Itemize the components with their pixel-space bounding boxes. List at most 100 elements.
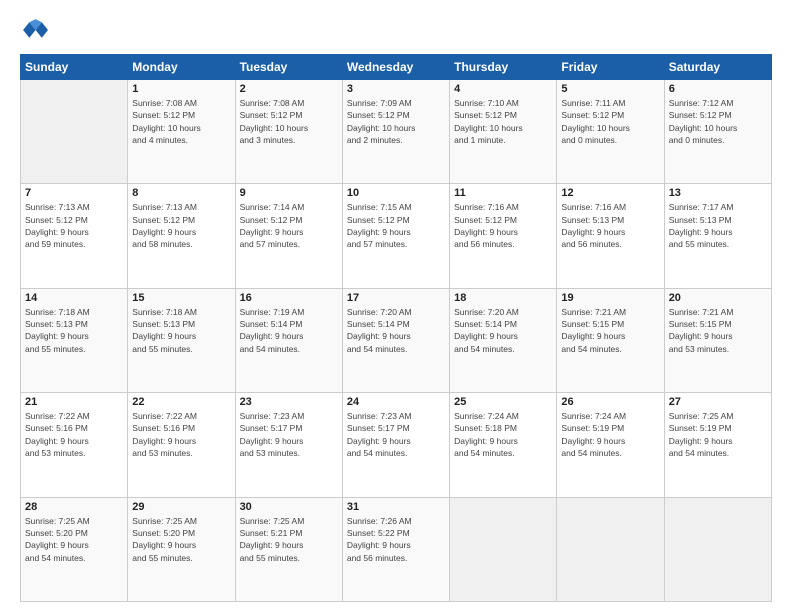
calendar-cell: 29 Sunrise: 7:25 AMSunset: 5:20 PMDayligh… <box>128 497 235 601</box>
day-info: Sunrise: 7:18 AMSunset: 5:13 PMDaylight:… <box>25 306 123 355</box>
day-number: 2 <box>240 83 338 95</box>
calendar-cell: 8Sunrise: 7:13 AMSunset: 5:12 PMDaylight… <box>128 184 235 288</box>
calendar-cell: 23 Sunrise: 7:23 AMSunset: 5:17 PMDayligh… <box>235 393 342 497</box>
week-row-1: 1 Sunrise: 7:08 AMSunset: 5:12 PMDaylight… <box>21 80 772 184</box>
day-info: Sunrise: 7:20 AMSunset: 5:14 PMDaylight:… <box>454 306 552 355</box>
day-number: 18 <box>454 292 552 304</box>
day-info: Sunrise: 7:24 AMSunset: 5:19 PMDaylight:… <box>561 410 659 459</box>
col-header-wednesday: Wednesday <box>342 55 449 80</box>
calendar-table: SundayMondayTuesdayWednesdayThursdayFrid… <box>20 54 772 602</box>
day-number: 4 <box>454 83 552 95</box>
calendar-cell: 15 Sunrise: 7:18 AMSunset: 5:13 PMDayligh… <box>128 288 235 392</box>
day-info: Sunrise: 7:11 AMSunset: 5:12 PMDaylight:… <box>561 97 659 146</box>
day-number: 19 <box>561 292 659 304</box>
col-header-thursday: Thursday <box>450 55 557 80</box>
logo-icon <box>20 16 48 44</box>
day-info: Sunrise: 7:19 AMSunset: 5:14 PMDaylight:… <box>240 306 338 355</box>
calendar-cell: 14 Sunrise: 7:18 AMSunset: 5:13 PMDayligh… <box>21 288 128 392</box>
day-number: 22 <box>132 396 230 408</box>
col-header-friday: Friday <box>557 55 664 80</box>
logo <box>20 16 52 44</box>
day-number: 11 <box>454 187 552 199</box>
calendar-cell: 22 Sunrise: 7:22 AMSunset: 5:16 PMDayligh… <box>128 393 235 497</box>
day-info: Sunrise: 7:25 AMSunset: 5:19 PMDaylight:… <box>669 410 767 459</box>
week-row-4: 21 Sunrise: 7:22 AMSunset: 5:16 PMDayligh… <box>21 393 772 497</box>
calendar-cell <box>664 497 771 601</box>
day-number: 24 <box>347 396 445 408</box>
day-number: 31 <box>347 501 445 513</box>
day-number: 1 <box>132 83 230 95</box>
calendar-cell: 2 Sunrise: 7:08 AMSunset: 5:12 PMDaylight… <box>235 80 342 184</box>
day-info: Sunrise: 7:16 AMSunset: 5:13 PMDaylight:… <box>561 201 659 250</box>
calendar-cell: 3Sunrise: 7:09 AMSunset: 5:12 PMDaylight… <box>342 80 449 184</box>
day-info: Sunrise: 7:21 AMSunset: 5:15 PMDaylight:… <box>561 306 659 355</box>
day-number: 9 <box>240 187 338 199</box>
day-info: Sunrise: 7:14 AMSunset: 5:12 PMDaylight:… <box>240 201 338 250</box>
calendar-cell: 17 Sunrise: 7:20 AMSunset: 5:14 PMDayligh… <box>342 288 449 392</box>
calendar-cell: 4 Sunrise: 7:10 AMSunset: 5:12 PMDaylight… <box>450 80 557 184</box>
calendar-cell: 24 Sunrise: 7:23 AMSunset: 5:17 PMDayligh… <box>342 393 449 497</box>
calendar-cell: 12Sunrise: 7:16 AMSunset: 5:13 PMDayligh… <box>557 184 664 288</box>
calendar-cell: 6Sunrise: 7:12 AMSunset: 5:12 PMDaylight… <box>664 80 771 184</box>
calendar-cell <box>21 80 128 184</box>
day-number: 23 <box>240 396 338 408</box>
day-number: 3 <box>347 83 445 95</box>
week-row-2: 7Sunrise: 7:13 AMSunset: 5:12 PMDaylight… <box>21 184 772 288</box>
day-info: Sunrise: 7:25 AMSunset: 5:20 PMDaylight:… <box>25 515 123 564</box>
header <box>20 16 772 44</box>
calendar-header-row: SundayMondayTuesdayWednesdayThursdayFrid… <box>21 55 772 80</box>
day-info: Sunrise: 7:17 AMSunset: 5:13 PMDaylight:… <box>669 201 767 250</box>
day-number: 10 <box>347 187 445 199</box>
day-info: Sunrise: 7:26 AMSunset: 5:22 PMDaylight:… <box>347 515 445 564</box>
day-info: Sunrise: 7:25 AMSunset: 5:20 PMDaylight:… <box>132 515 230 564</box>
calendar-cell: 13 Sunrise: 7:17 AMSunset: 5:13 PMDayligh… <box>664 184 771 288</box>
col-header-saturday: Saturday <box>664 55 771 80</box>
day-number: 14 <box>25 292 123 304</box>
day-number: 7 <box>25 187 123 199</box>
calendar-cell: 21 Sunrise: 7:22 AMSunset: 5:16 PMDayligh… <box>21 393 128 497</box>
col-header-sunday: Sunday <box>21 55 128 80</box>
day-info: Sunrise: 7:20 AMSunset: 5:14 PMDaylight:… <box>347 306 445 355</box>
day-number: 21 <box>25 396 123 408</box>
calendar-cell <box>557 497 664 601</box>
calendar-cell <box>450 497 557 601</box>
calendar-cell: 5Sunrise: 7:11 AMSunset: 5:12 PMDaylight… <box>557 80 664 184</box>
calendar-cell: 11Sunrise: 7:16 AMSunset: 5:12 PMDayligh… <box>450 184 557 288</box>
week-row-5: 28 Sunrise: 7:25 AMSunset: 5:20 PMDayligh… <box>21 497 772 601</box>
day-number: 13 <box>669 187 767 199</box>
calendar-cell: 18 Sunrise: 7:20 AMSunset: 5:14 PMDayligh… <box>450 288 557 392</box>
day-number: 15 <box>132 292 230 304</box>
calendar-cell: 19 Sunrise: 7:21 AMSunset: 5:15 PMDayligh… <box>557 288 664 392</box>
calendar-cell: 16 Sunrise: 7:19 AMSunset: 5:14 PMDayligh… <box>235 288 342 392</box>
day-number: 16 <box>240 292 338 304</box>
col-header-tuesday: Tuesday <box>235 55 342 80</box>
calendar-cell: 26 Sunrise: 7:24 AMSunset: 5:19 PMDayligh… <box>557 393 664 497</box>
day-info: Sunrise: 7:10 AMSunset: 5:12 PMDaylight:… <box>454 97 552 146</box>
day-info: Sunrise: 7:08 AMSunset: 5:12 PMDaylight:… <box>240 97 338 146</box>
day-info: Sunrise: 7:25 AMSunset: 5:21 PMDaylight:… <box>240 515 338 564</box>
day-number: 17 <box>347 292 445 304</box>
calendar-cell: 25Sunrise: 7:24 AMSunset: 5:18 PMDayligh… <box>450 393 557 497</box>
day-number: 26 <box>561 396 659 408</box>
day-info: Sunrise: 7:24 AMSunset: 5:18 PMDaylight:… <box>454 410 552 459</box>
day-number: 28 <box>25 501 123 513</box>
day-info: Sunrise: 7:23 AMSunset: 5:17 PMDaylight:… <box>240 410 338 459</box>
day-info: Sunrise: 7:22 AMSunset: 5:16 PMDaylight:… <box>25 410 123 459</box>
calendar-cell: 30 Sunrise: 7:25 AMSunset: 5:21 PMDayligh… <box>235 497 342 601</box>
calendar-cell: 27Sunrise: 7:25 AMSunset: 5:19 PMDayligh… <box>664 393 771 497</box>
calendar-cell: 31 Sunrise: 7:26 AMSunset: 5:22 PMDayligh… <box>342 497 449 601</box>
week-row-3: 14 Sunrise: 7:18 AMSunset: 5:13 PMDayligh… <box>21 288 772 392</box>
day-info: Sunrise: 7:08 AMSunset: 5:12 PMDaylight:… <box>132 97 230 146</box>
day-info: Sunrise: 7:22 AMSunset: 5:16 PMDaylight:… <box>132 410 230 459</box>
day-number: 6 <box>669 83 767 95</box>
day-number: 29 <box>132 501 230 513</box>
day-info: Sunrise: 7:15 AMSunset: 5:12 PMDaylight:… <box>347 201 445 250</box>
calendar-cell: 9 Sunrise: 7:14 AMSunset: 5:12 PMDaylight… <box>235 184 342 288</box>
day-info: Sunrise: 7:18 AMSunset: 5:13 PMDaylight:… <box>132 306 230 355</box>
page: SundayMondayTuesdayWednesdayThursdayFrid… <box>0 0 792 612</box>
day-info: Sunrise: 7:21 AMSunset: 5:15 PMDaylight:… <box>669 306 767 355</box>
calendar-cell: 20Sunrise: 7:21 AMSunset: 5:15 PMDayligh… <box>664 288 771 392</box>
day-info: Sunrise: 7:23 AMSunset: 5:17 PMDaylight:… <box>347 410 445 459</box>
day-number: 30 <box>240 501 338 513</box>
calendar-cell: 10 Sunrise: 7:15 AMSunset: 5:12 PMDayligh… <box>342 184 449 288</box>
